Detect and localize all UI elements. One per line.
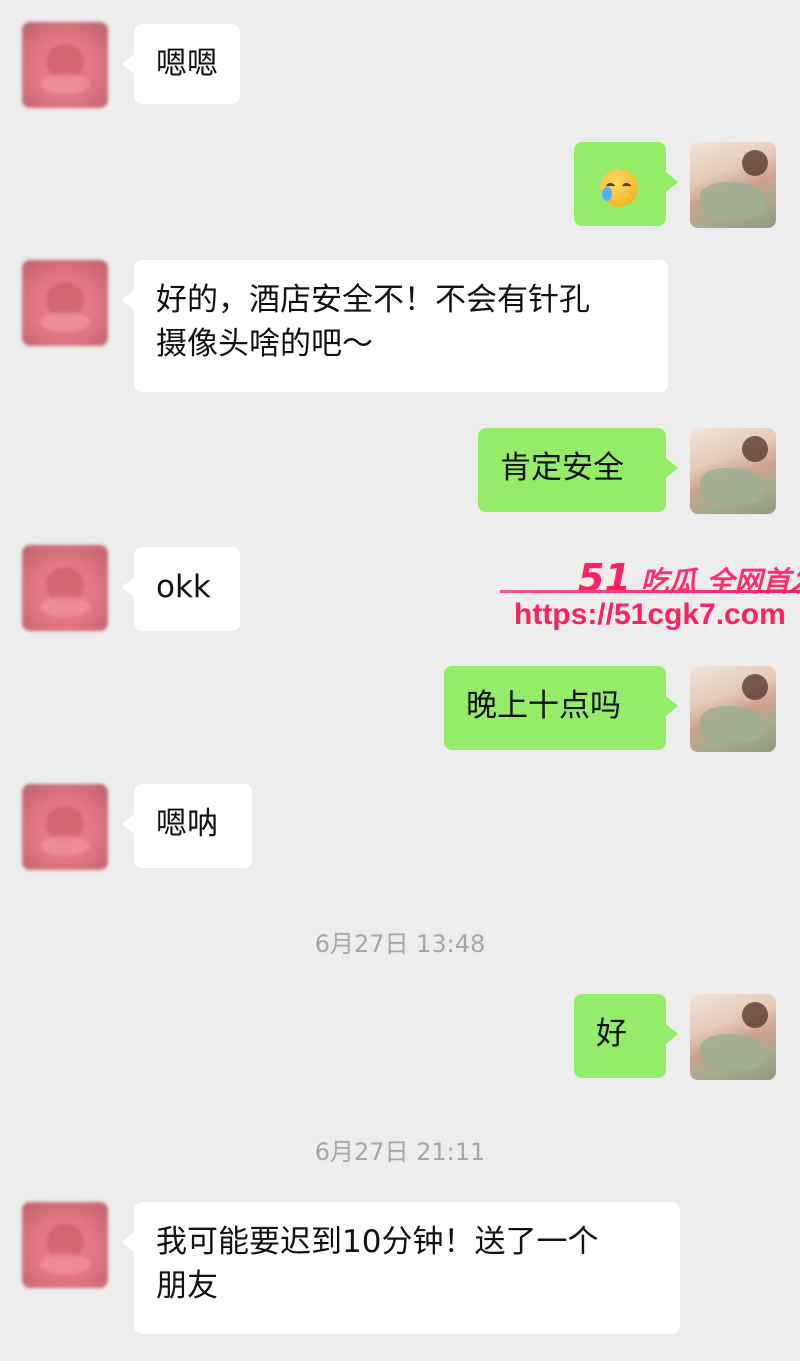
watermark-divider <box>500 590 800 593</box>
message-line: 摄像头啥的吧～ <box>156 326 373 362</box>
user-avatar[interactable] <box>690 428 776 514</box>
contact-avatar[interactable] <box>22 784 108 870</box>
message-timestamp: 6月27日 13:48 <box>314 930 486 958</box>
outgoing-emoji-bubble[interactable] <box>574 142 678 226</box>
outgoing-message-bubble[interactable]: 晚上十点吗 <box>444 666 678 750</box>
user-avatar[interactable] <box>690 666 776 752</box>
watermark-brand: 51 吃瓜 全网首发 <box>578 556 800 600</box>
incoming-message-bubble[interactable]: 嗯呐 <box>122 784 252 868</box>
contact-avatar[interactable] <box>22 22 108 108</box>
user-avatar[interactable] <box>690 994 776 1080</box>
watermark-url: https://51cgk7.com <box>514 598 786 631</box>
contact-avatar[interactable] <box>22 545 108 631</box>
incoming-message-bubble[interactable]: 我可能要迟到10分钟！送了一个 朋友 <box>122 1202 680 1334</box>
message-line: 好的，酒店安全不！不会有针孔 <box>156 282 590 318</box>
incoming-message-bubble[interactable]: 嗯嗯 <box>122 24 240 104</box>
contact-avatar[interactable] <box>22 260 108 346</box>
crying-laughing-emoji-icon <box>600 168 638 207</box>
message-line: 朋友 <box>156 1268 218 1304</box>
watermark: 51 吃瓜 全网首发 https://51cgk7.com <box>500 556 800 636</box>
contact-avatar[interactable] <box>22 1202 108 1288</box>
message-timestamp: 6月27日 21:11 <box>314 1138 486 1166</box>
message-line: 我可能要迟到10分钟！送了一个 <box>156 1224 599 1260</box>
user-avatar[interactable] <box>690 142 776 228</box>
incoming-message-bubble[interactable]: okk <box>122 547 240 631</box>
outgoing-message-bubble[interactable]: 好 <box>574 994 678 1078</box>
outgoing-message-bubble[interactable]: 肯定安全 <box>478 428 678 512</box>
incoming-message-bubble[interactable]: 好的，酒店安全不！不会有针孔 摄像头啥的吧～ <box>122 260 668 392</box>
